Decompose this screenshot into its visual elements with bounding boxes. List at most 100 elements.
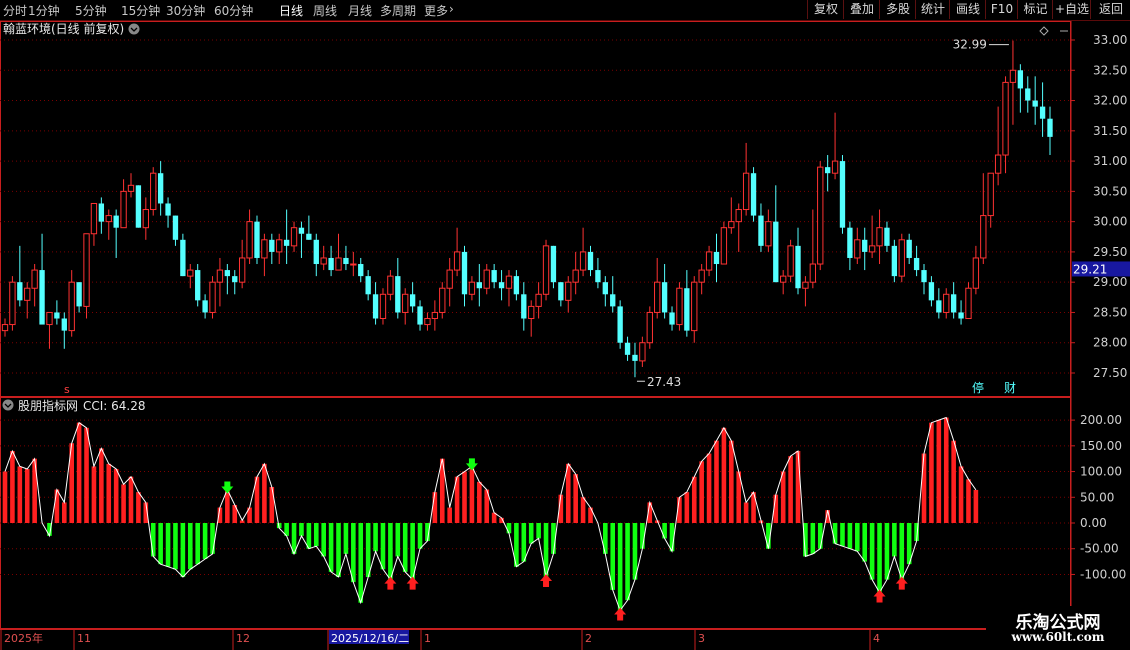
- cci-bar: [380, 523, 386, 570]
- candle-body: [542, 245, 550, 295]
- candle: [624, 336, 631, 361]
- candle: [246, 209, 253, 265]
- candle-body: [891, 245, 898, 277]
- price-tick-label: 29.00: [1093, 275, 1127, 289]
- cci-bar: [187, 523, 193, 570]
- toolbar-button-0[interactable]: 复权: [807, 0, 844, 19]
- price-tick-label: 28.00: [1093, 336, 1127, 350]
- cci-bar: [684, 492, 690, 523]
- period-tab-2[interactable]: 5分钟: [75, 2, 107, 19]
- cci-bar: [91, 466, 97, 523]
- period-tab-9[interactable]: 多周期: [380, 2, 416, 19]
- period-tab-5[interactable]: 60分钟: [214, 2, 253, 19]
- x-label: 3: [698, 632, 705, 645]
- candle-body: [661, 282, 668, 313]
- period-tab-1[interactable]: 1分钟: [28, 2, 60, 19]
- candle-body: [1002, 81, 1009, 156]
- buy-arrow: [614, 607, 627, 621]
- candle-body: [639, 342, 646, 362]
- cci-bar: [10, 450, 15, 523]
- candle-body: [61, 318, 67, 331]
- candle-body: [617, 306, 623, 343]
- settings-icon[interactable]: [128, 23, 140, 35]
- candle-body: [854, 239, 861, 259]
- toolbar-button-3[interactable]: 统计: [915, 0, 950, 19]
- cci-bar: [328, 523, 334, 572]
- candle: [632, 342, 638, 378]
- candle-body: [313, 239, 319, 265]
- candle: [150, 167, 157, 216]
- cci-bar: [788, 456, 793, 523]
- candle: [661, 264, 668, 319]
- candle-body: [157, 173, 164, 204]
- toolbar-button-7[interactable]: +自选: [1052, 0, 1091, 19]
- cci-bar: [936, 420, 942, 523]
- candle: [936, 288, 942, 319]
- cci-bar: [76, 422, 82, 523]
- period-tab-7[interactable]: 周线: [313, 2, 337, 19]
- candle: [261, 233, 268, 277]
- candle: [328, 245, 334, 277]
- candle: [839, 155, 846, 234]
- candle-body: [565, 281, 572, 301]
- candle: [735, 203, 742, 252]
- candle: [83, 233, 90, 319]
- cci-bar: [951, 440, 956, 523]
- cci-bar: [343, 523, 349, 554]
- cci-bar: [929, 422, 934, 523]
- period-tab-0[interactable]: 分时: [3, 2, 27, 19]
- chevron-right-icon[interactable]: ›: [449, 2, 454, 16]
- candle-body: [1032, 100, 1038, 107]
- candle-body: [150, 172, 157, 211]
- candle: [90, 202, 98, 246]
- toolbar-button-2[interactable]: 多股: [879, 0, 916, 19]
- period-tab-4[interactable]: 30分钟: [166, 2, 205, 19]
- candle-body: [579, 251, 587, 271]
- cci-bar: [269, 486, 275, 523]
- cci-bar: [17, 466, 23, 523]
- x-label: 2: [585, 632, 592, 645]
- candle-body: [276, 239, 283, 253]
- toolbar-button-4[interactable]: 画线: [949, 0, 986, 19]
- candle: [669, 306, 675, 331]
- cci-bar: [358, 523, 364, 603]
- candle: [595, 257, 601, 289]
- candle: [61, 312, 67, 349]
- candle: [165, 197, 171, 228]
- period-tab-6[interactable]: 日线: [279, 2, 303, 19]
- cci-bar: [173, 523, 178, 570]
- cci-bar: [714, 440, 719, 523]
- price-tick-label: 28.50: [1093, 305, 1127, 319]
- candle: [965, 282, 972, 320]
- period-tab-3[interactable]: 15分钟: [121, 2, 160, 19]
- candle: [817, 161, 824, 271]
- candle-body: [943, 293, 950, 313]
- cci-bar: [365, 523, 371, 578]
- period-tab-8[interactable]: 月线: [348, 2, 372, 19]
- cci-bar: [262, 463, 267, 523]
- candle-body: [898, 239, 905, 277]
- toolbar-button-1[interactable]: 叠加: [843, 0, 880, 19]
- candle-body: [90, 202, 98, 235]
- indicator-settings-icon[interactable]: [2, 399, 14, 411]
- candle: [431, 300, 439, 331]
- cci-bar: [128, 476, 134, 523]
- candle-body: [742, 172, 750, 211]
- toolbar-button-8[interactable]: 返回: [1090, 0, 1130, 19]
- candle: [313, 233, 319, 277]
- candle: [505, 270, 513, 307]
- toolbar-button-5[interactable]: F10: [985, 0, 1018, 19]
- cci-bar: [921, 453, 927, 523]
- candle-body: [1017, 70, 1024, 89]
- toolbar-button-6[interactable]: 标记: [1017, 0, 1053, 19]
- candle: [639, 336, 646, 367]
- cci-tick-label: 200.00: [1080, 413, 1122, 427]
- price-tick-label: 31.00: [1093, 154, 1127, 168]
- x-label: 11: [77, 632, 91, 645]
- diamond-icon[interactable]: [1039, 26, 1049, 36]
- candle-body: [758, 215, 764, 246]
- candle: [476, 264, 482, 307]
- period-tab-10[interactable]: 更多: [424, 2, 448, 19]
- buy-arrow: [406, 576, 419, 590]
- candle-body: [824, 167, 831, 174]
